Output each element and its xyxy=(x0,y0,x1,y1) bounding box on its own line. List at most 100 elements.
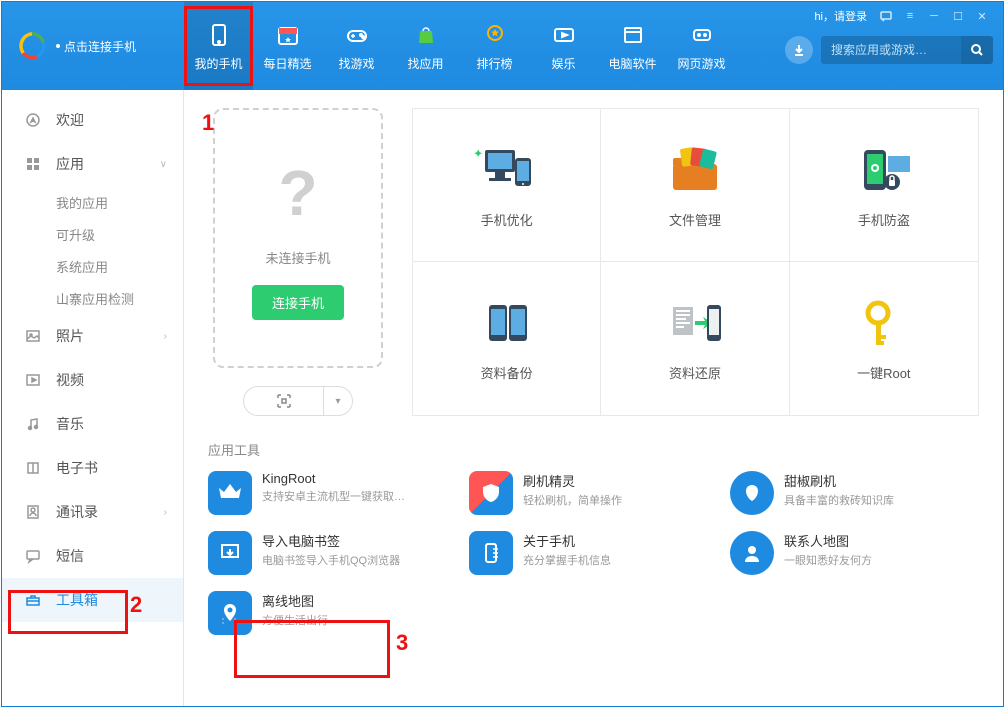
maximize-button[interactable]: ☐ xyxy=(947,7,969,25)
crown-icon xyxy=(208,471,252,515)
tool-desc: 具备丰富的救砖知识库 xyxy=(784,492,894,508)
menu-icon[interactable]: ≡ xyxy=(899,7,921,25)
gamepad-icon xyxy=(343,21,371,49)
search-box xyxy=(821,36,993,64)
download-manager-button[interactable] xyxy=(785,36,813,64)
restore-icon xyxy=(659,295,731,351)
tab-label: 我的手机 xyxy=(194,55,242,72)
sidebar-item-apps[interactable]: 应用 ∨ xyxy=(2,142,183,186)
sidebar-item-photos[interactable]: 照片 › xyxy=(2,314,183,358)
tool-desc: 一眼知悉好友何方 xyxy=(784,552,872,568)
sidebar-item-label: 照片 xyxy=(56,326,84,346)
feature-root[interactable]: 一键Root xyxy=(790,262,978,415)
chevron-right-icon: › xyxy=(164,507,167,518)
book-icon xyxy=(24,459,42,477)
minimize-button[interactable]: ─ xyxy=(923,7,945,25)
sidebar-item-label: 视频 xyxy=(56,370,84,390)
sidebar-sub-fake-detect[interactable]: 山寨应用检测 xyxy=(2,282,183,314)
message-icon xyxy=(24,547,42,565)
logo-area: 点击连接手机 xyxy=(2,2,184,90)
sidebar-item-welcome[interactable]: 欢迎 xyxy=(2,98,183,142)
tab-daily[interactable]: 每日精选 xyxy=(253,2,322,90)
tab-my-phone[interactable]: 我的手机 xyxy=(184,2,253,90)
phone-connect-panel: ? 未连接手机 连接手机 ▾ xyxy=(208,108,388,416)
qr-connect-button: ▾ xyxy=(243,386,353,416)
tab-label: 每日精选 xyxy=(263,55,311,72)
feature-label: 资料备份 xyxy=(481,363,533,382)
tool-contact-map[interactable]: 联系人地图一眼知悉好友何方 xyxy=(730,531,979,575)
files-icon xyxy=(659,142,731,198)
sidebar-item-sms[interactable]: 短信 xyxy=(2,534,183,578)
tab-label: 找应用 xyxy=(407,55,443,72)
map-pin-icon xyxy=(208,591,252,635)
tool-title: 导入电脑书签 xyxy=(262,531,400,550)
image-icon xyxy=(24,327,42,345)
tab-label: 网页游戏 xyxy=(677,55,725,72)
tool-title: 联系人地图 xyxy=(784,531,872,550)
sidebar-item-video[interactable]: 视频 xyxy=(2,358,183,402)
pepper-icon xyxy=(730,471,774,515)
tool-flash-wizard[interactable]: 刷机精灵轻松刷机，简单操作 xyxy=(469,471,718,515)
tab-label: 找游戏 xyxy=(338,55,374,72)
close-button[interactable]: ✕ xyxy=(971,7,993,25)
sidebar-item-label: 通讯录 xyxy=(56,502,98,522)
connect-phone-link[interactable]: 点击连接手机 xyxy=(56,38,136,55)
tool-pepper-flash[interactable]: 甜椒刷机具备丰富的救砖知识库 xyxy=(730,471,979,515)
sidebar-item-contacts[interactable]: 通讯录 › xyxy=(2,490,183,534)
tab-rank[interactable]: 排行榜 xyxy=(460,2,529,90)
feature-backup[interactable]: 资料备份 xyxy=(413,262,601,415)
tool-title: 离线地图 xyxy=(262,591,328,610)
sidebar-item-music[interactable]: 音乐 xyxy=(2,402,183,446)
feature-label: 手机防盗 xyxy=(858,210,910,229)
tool-desc: 充分掌握手机信息 xyxy=(523,552,611,568)
feature-label: 手机优化 xyxy=(481,210,533,229)
sidebar-item-ebook[interactable]: 电子书 xyxy=(2,446,183,490)
tool-title: 关于手机 xyxy=(523,531,611,550)
tab-entertainment[interactable]: 娱乐 xyxy=(529,2,598,90)
play-icon xyxy=(24,371,42,389)
toolbox-icon xyxy=(24,591,42,609)
login-link[interactable]: hi，请登录 xyxy=(814,8,867,24)
tool-list: KingRoot支持安卓主流机型一键获取… 刷机精灵轻松刷机，简单操作 甜椒刷机… xyxy=(208,471,979,635)
lock-phone-icon xyxy=(848,142,920,198)
feature-anti-theft[interactable]: 手机防盗 xyxy=(790,109,978,262)
connect-phone-button[interactable]: 连接手机 xyxy=(252,285,344,320)
feature-file-manager[interactable]: 文件管理 xyxy=(601,109,789,262)
phone-placeholder: ? 未连接手机 连接手机 xyxy=(213,108,383,368)
tab-games[interactable]: 找游戏 xyxy=(322,2,391,90)
search-button[interactable] xyxy=(961,36,993,64)
tv-icon xyxy=(550,21,578,49)
content-area: ? 未连接手机 连接手机 ▾ 手机优化 xyxy=(184,90,1003,706)
bookmark-import-icon xyxy=(208,531,252,575)
phone-icon xyxy=(205,21,233,49)
feedback-icon[interactable] xyxy=(875,7,897,25)
sidebar-item-label: 电子书 xyxy=(56,458,98,478)
feature-restore[interactable]: 资料还原 xyxy=(601,262,789,415)
tab-pc-software[interactable]: 电脑软件 xyxy=(598,2,667,90)
compass-icon xyxy=(24,111,42,129)
tool-import-bookmarks[interactable]: 导入电脑书签电脑书签导入手机QQ浏览器 xyxy=(208,531,457,575)
sidebar-sub-my-apps[interactable]: 我的应用 xyxy=(2,186,183,218)
tool-about-phone[interactable]: 关于手机充分掌握手机信息 xyxy=(469,531,718,575)
bag-icon xyxy=(412,21,440,49)
qr-dropdown-icon[interactable]: ▾ xyxy=(324,396,352,407)
tools-section-title: 应用工具 xyxy=(208,440,979,459)
sidebar-item-label: 应用 xyxy=(56,154,84,174)
tab-web-games[interactable]: 网页游戏 xyxy=(667,2,736,90)
tab-apps[interactable]: 找应用 xyxy=(391,2,460,90)
sidebar-sub-system-apps[interactable]: 系统应用 xyxy=(2,250,183,282)
sidebar-sub-upgradable[interactable]: 可升级 xyxy=(2,218,183,250)
chevron-down-icon: ∨ xyxy=(160,159,167,170)
search-input[interactable] xyxy=(821,43,961,57)
tool-offline-map[interactable]: 离线地图方便生活出行 xyxy=(208,591,457,635)
qr-scan-icon[interactable] xyxy=(244,387,324,415)
sidebar: 欢迎 应用 ∨ 我的应用 可升级 系统应用 山寨应用检测 照片 › 视频 xyxy=(2,90,184,706)
shield-icon xyxy=(469,471,513,515)
tool-kingroot[interactable]: KingRoot支持安卓主流机型一键获取… xyxy=(208,471,457,515)
optimize-icon xyxy=(471,142,543,198)
backup-icon xyxy=(471,295,543,351)
feature-label: 文件管理 xyxy=(669,210,721,229)
sidebar-item-toolbox[interactable]: 工具箱 xyxy=(2,578,183,622)
feature-grid: 手机优化 文件管理 手机防盗 资料备份 xyxy=(412,108,979,416)
feature-phone-optimize[interactable]: 手机优化 xyxy=(413,109,601,262)
